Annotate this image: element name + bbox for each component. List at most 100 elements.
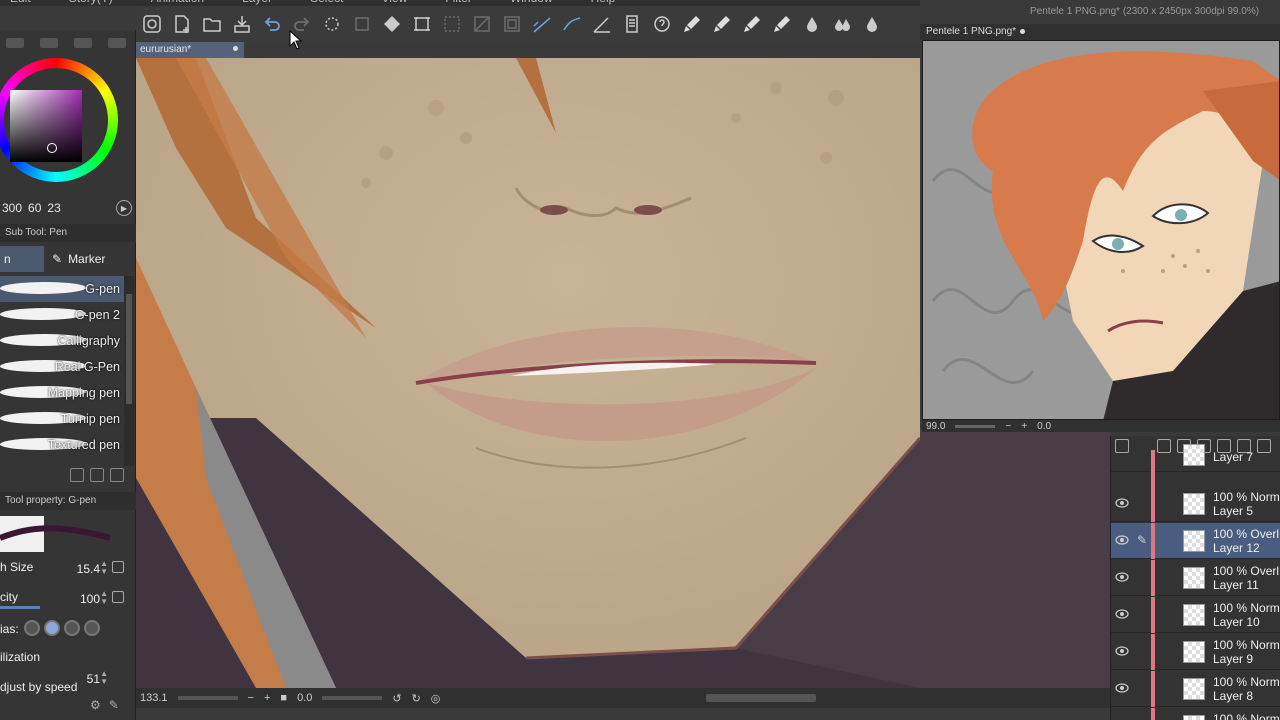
fill-icon[interactable] — [380, 12, 404, 36]
opacity-value[interactable]: 100 — [80, 592, 100, 606]
tab-pen[interactable]: n — [0, 246, 44, 272]
panel-tab-icon[interactable] — [108, 38, 126, 48]
play-icon[interactable]: ▶ — [116, 200, 132, 216]
visibility-eye-icon[interactable] — [1115, 683, 1129, 693]
rotate-left-icon[interactable]: ↺ — [392, 692, 401, 705]
navigator-tab[interactable]: Pentele 1 PNG.png* — [920, 24, 1280, 40]
opacity-row[interactable]: city 100 ▲ ▼ — [0, 588, 136, 610]
brush-3-icon[interactable] — [740, 12, 764, 36]
brush-size-options-icon[interactable] — [112, 561, 124, 573]
brush-size-row[interactable]: h Size 15.4 ▲ ▼ — [0, 558, 136, 580]
opacity-slider[interactable] — [0, 606, 40, 609]
brush-item[interactable]: Mapping pen — [0, 380, 124, 406]
brush-size-value[interactable]: 15.4 — [77, 562, 100, 576]
brush-item[interactable]: Calligraphy — [0, 328, 124, 354]
zoom-slider[interactable] — [177, 696, 238, 700]
visibility-eye-icon[interactable] — [1115, 646, 1129, 656]
layer-row[interactable]: 100 % Norm Layer 8 — [1111, 671, 1280, 707]
rotate-right-icon[interactable]: ↻ — [412, 692, 421, 705]
ruler-icon[interactable] — [590, 12, 614, 36]
hue-value[interactable]: 300 — [2, 201, 22, 215]
zoom-value[interactable]: 133.1 — [140, 692, 168, 704]
rotation-slider[interactable] — [322, 696, 383, 700]
brush-size-stepper[interactable]: ▲ ▼ — [100, 560, 108, 576]
navigator-preview[interactable] — [922, 40, 1280, 420]
horizontal-scrollbar[interactable] — [706, 694, 816, 702]
save-icon[interactable] — [230, 12, 254, 36]
brush-4-icon[interactable] — [770, 12, 794, 36]
canvas-tab[interactable]: eururusian* — [136, 42, 244, 58]
settings-icon[interactable]: ⚙ — [90, 698, 101, 712]
open-file-icon[interactable] — [200, 12, 224, 36]
drop-1-icon[interactable] — [800, 12, 824, 36]
layer-row[interactable]: 100 % Norm — [1111, 708, 1280, 720]
brush-item[interactable]: Textured pen — [0, 432, 124, 458]
delete-subtool-icon[interactable] — [110, 468, 124, 482]
visibility-eye-icon[interactable] — [1115, 572, 1129, 582]
vector-line-icon[interactable] — [530, 12, 554, 36]
panel-tab-icon[interactable] — [40, 38, 58, 48]
brush-item[interactable]: Turnip pen — [0, 406, 124, 432]
drop-2-icon[interactable] — [830, 12, 854, 36]
drop-3-icon[interactable] — [860, 12, 884, 36]
brush-item[interactable]: Real G-Pen — [0, 354, 124, 380]
tab-marker[interactable]: ✎ Marker — [44, 246, 136, 272]
visibility-eye-icon[interactable] — [1115, 609, 1129, 619]
visibility-eye-icon[interactable] — [1115, 498, 1129, 508]
brush-list-scrollbar[interactable] — [124, 276, 134, 466]
saturation-value-square[interactable] — [10, 90, 82, 162]
navigator-zoom-slider[interactable] — [955, 424, 996, 428]
undo-icon[interactable] — [260, 12, 284, 36]
border-icon[interactable] — [500, 12, 524, 36]
visibility-eye-icon[interactable] — [1115, 535, 1129, 545]
adjust-by-speed-row[interactable]: djust by speed — [0, 678, 136, 700]
layer-row[interactable]: 100 % Norm Layer 10 — [1111, 597, 1280, 633]
snap-ruler-icon[interactable] — [560, 12, 584, 36]
rotation-value[interactable]: 0.0 — [297, 692, 312, 704]
layer-row[interactable]: Layer 7 — [1111, 444, 1280, 486]
navigator-rotation-value[interactable]: 0.0 — [1037, 421, 1051, 432]
reset-rotation-icon[interactable]: ◎ — [431, 692, 441, 705]
transform-icon[interactable] — [410, 12, 434, 36]
menu-item[interactable]: Edit — [10, 0, 31, 6]
layer-row[interactable]: 100 % Norm Layer 9 — [1111, 634, 1280, 670]
add-subtool-icon[interactable] — [90, 468, 104, 482]
stabilization-row[interactable]: ilization 51 ▲ ▼ — [0, 648, 136, 686]
brush-2-icon[interactable] — [710, 12, 734, 36]
clear-icon[interactable] — [350, 12, 374, 36]
panel-tab-icon[interactable] — [6, 38, 24, 48]
sketch-icon[interactable] — [620, 12, 644, 36]
wrench-icon[interactable]: ✎ — [109, 698, 119, 712]
drawing-canvas[interactable] — [136, 58, 920, 688]
help-icon[interactable] — [650, 12, 674, 36]
color-picker-cursor[interactable] — [47, 143, 57, 153]
antialias-none[interactable] — [24, 620, 40, 636]
copy-subtool-icon[interactable] — [70, 468, 84, 482]
navigator-zoom-in-icon[interactable]: + — [1021, 421, 1027, 432]
layer-row[interactable]: ✎ 100 % Overl Layer 12 — [1111, 523, 1280, 559]
value-value[interactable]: 23 — [47, 201, 60, 215]
saturation-value[interactable]: 60 — [28, 201, 41, 215]
rotation-marker-icon[interactable]: ■ — [280, 692, 287, 704]
loading-icon[interactable] — [320, 12, 344, 36]
close-tab-icon[interactable] — [233, 46, 238, 51]
panel-tab-icon[interactable] — [74, 38, 92, 48]
layer-row[interactable]: 100 % Norm Layer 5 — [1111, 486, 1280, 522]
antialias-strong[interactable] — [84, 620, 100, 636]
brush-1-icon[interactable] — [680, 12, 704, 36]
antialias-medium[interactable] — [64, 620, 80, 636]
new-file-icon[interactable] — [170, 12, 194, 36]
navigator-zoom-out-icon[interactable]: − — [1005, 421, 1011, 432]
zoom-out-icon[interactable]: − — [248, 692, 254, 704]
deselect-icon[interactable] — [440, 12, 464, 36]
navigator-zoom-value[interactable]: 99.0 — [926, 421, 945, 432]
antialias-weak[interactable] — [44, 620, 60, 636]
clip-studio-icon[interactable] — [140, 12, 164, 36]
brush-item[interactable]: G-pen — [0, 276, 124, 302]
zoom-in-icon[interactable]: + — [264, 692, 270, 704]
layer-row[interactable]: 100 % Overl Layer 11 — [1111, 560, 1280, 596]
brush-item[interactable]: G-pen 2 — [0, 302, 124, 328]
opacity-stepper[interactable]: ▲ ▼ — [100, 590, 108, 606]
close-navigator-icon[interactable] — [1020, 28, 1026, 34]
invert-icon[interactable] — [470, 12, 494, 36]
